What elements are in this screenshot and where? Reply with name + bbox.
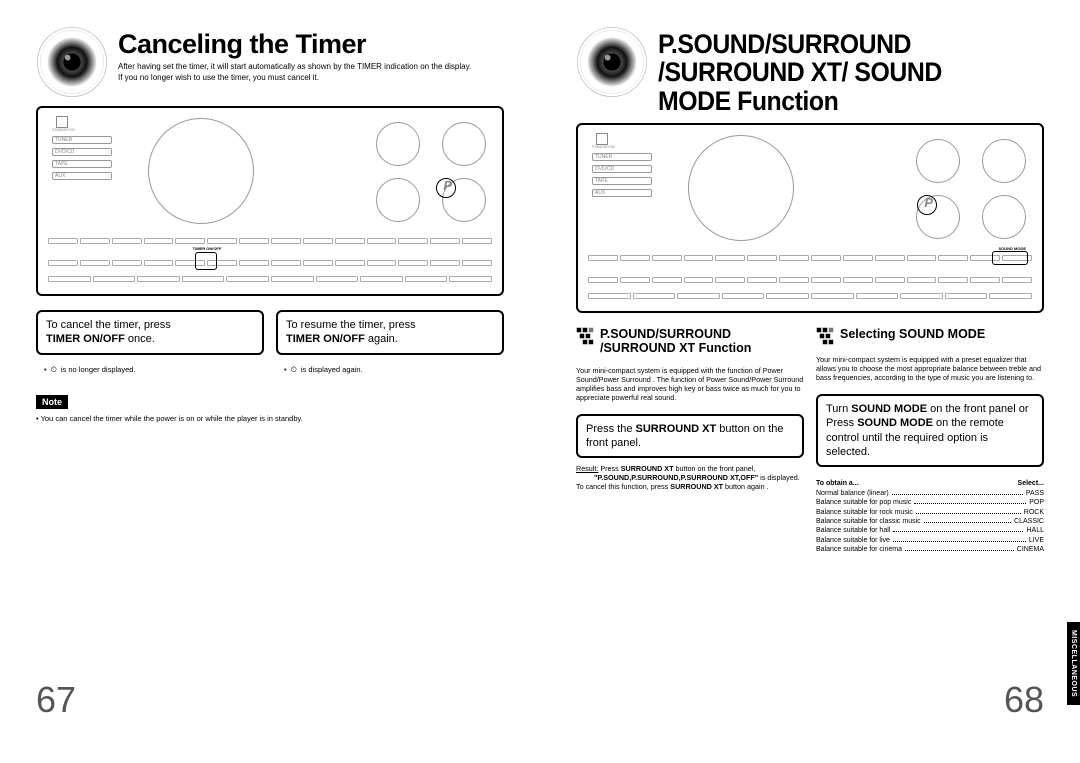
timer-onoff-label: TIMER ON/OFF bbox=[192, 246, 222, 251]
instruction-columns: P.SOUND/SURROUND /SURROUND XT Function Y… bbox=[576, 327, 1044, 555]
table-row: Balance suitable for hallHALL bbox=[816, 526, 1044, 535]
resume-column: To resume the timer, press TIMER ON/OFF … bbox=[276, 310, 504, 379]
note-body: • You can cancel the timer while the pow… bbox=[36, 414, 504, 423]
psound-instruction: Press the SURROUND XT button on the fron… bbox=[576, 414, 804, 459]
speaker-cone-icon bbox=[36, 26, 108, 98]
table-row: Normal balance (linear)PASS bbox=[816, 489, 1044, 498]
aux-button: AUX bbox=[592, 189, 652, 197]
dvdcd-button: DVD/CD bbox=[52, 148, 112, 156]
table-header: To obtain a... Select... bbox=[816, 479, 1044, 488]
note-badge: Note bbox=[36, 395, 68, 409]
dial-1 bbox=[376, 122, 420, 166]
cancel-column: To cancel the timer, press TIMER ON/OFF … bbox=[36, 310, 264, 379]
device-schematic: STANDBY/ON TUNER DVD/CD TAPE AUX P bbox=[588, 135, 1032, 301]
dvdcd-button: DVD/CD bbox=[592, 165, 652, 173]
sound-mode-highlight bbox=[992, 251, 1028, 265]
clock-icon: ⏲ bbox=[51, 365, 57, 375]
button-row-3 bbox=[48, 276, 492, 282]
table-row: Balance suitable for classic musicCLASSI… bbox=[816, 517, 1044, 526]
button-row-2 bbox=[588, 277, 1032, 283]
title-block: Canceling the Timer After having set the… bbox=[118, 30, 504, 83]
soundmode-instruction: Turn SOUND MODE on the front panel or Pr… bbox=[816, 394, 1044, 467]
page-67: Canceling the Timer After having set the… bbox=[0, 0, 540, 763]
standby-button: STANDBY/ON bbox=[52, 116, 72, 132]
psound-body: Your mini-compact system is equipped wit… bbox=[576, 366, 804, 402]
main-jog-dial bbox=[688, 135, 794, 241]
table-row: Balance suitable for liveLIVE bbox=[816, 536, 1044, 545]
device-diagram: STANDBY/ON TUNER DVD/CD TAPE AUX P bbox=[36, 106, 504, 296]
side-category-tab: MISCELLANEOUS bbox=[1067, 622, 1080, 705]
soundmode-column: Selecting SOUND MODE Your mini-compact s… bbox=[816, 327, 1044, 555]
speaker-cone-icon bbox=[576, 26, 648, 98]
note-block: Note • You can cancel the timer while th… bbox=[36, 379, 504, 423]
resume-instruction: To resume the timer, press TIMER ON/OFF … bbox=[276, 310, 504, 355]
dial-1 bbox=[916, 139, 960, 183]
device-diagram: STANDBY/ON TUNER DVD/CD TAPE AUX P bbox=[576, 123, 1044, 313]
header: Canceling the Timer After having set the… bbox=[36, 30, 504, 98]
tuner-button: TUNER bbox=[592, 153, 652, 161]
section-header-psound: P.SOUND/SURROUND /SURROUND XT Function bbox=[576, 327, 804, 356]
page-title: P.SOUND/SURROUND /SURROUND XT/ SOUND MOD… bbox=[658, 30, 1013, 115]
button-row-1 bbox=[588, 255, 1032, 261]
tape-button: TAPE bbox=[52, 160, 112, 168]
instruction-columns: To cancel the timer, press TIMER ON/OFF … bbox=[36, 310, 504, 379]
main-jog-dial bbox=[148, 118, 254, 224]
device-schematic: STANDBY/ON TUNER DVD/CD TAPE AUX P bbox=[48, 118, 492, 284]
page-number: 67 bbox=[36, 679, 76, 721]
page-title: Canceling the Timer bbox=[118, 30, 504, 58]
standby-button: STANDBY/ON bbox=[592, 133, 612, 149]
squares-icon bbox=[576, 327, 594, 345]
tuner-button: TUNER bbox=[52, 136, 112, 144]
psound-result: Result: Press SURROUND XT button on the … bbox=[576, 464, 804, 491]
section-header-soundmode: Selecting SOUND MODE bbox=[816, 327, 1044, 345]
table-row: Balance suitable for cinemaCINEMA bbox=[816, 545, 1044, 554]
button-row-3 bbox=[588, 293, 1032, 299]
dial-3 bbox=[376, 178, 420, 222]
p-highlight bbox=[917, 195, 937, 215]
clock-icon: ⏲ bbox=[291, 365, 297, 375]
page-68: P.SOUND/SURROUND /SURROUND XT/ SOUND MOD… bbox=[540, 0, 1080, 763]
header: P.SOUND/SURROUND /SURROUND XT/ SOUND MOD… bbox=[576, 30, 1044, 115]
dial-4 bbox=[982, 195, 1026, 239]
cancel-note: • ⏲ is no longer displayed. bbox=[36, 361, 264, 379]
button-row-2 bbox=[48, 260, 492, 266]
sound-mode-label: SOUND MODE bbox=[998, 246, 1026, 251]
intro-text: After having set the timer, it will star… bbox=[118, 62, 504, 83]
source-buttons: TUNER DVD/CD TAPE AUX bbox=[592, 153, 652, 197]
resume-note: • ⏲ is displayed again. bbox=[276, 361, 504, 379]
dial-2 bbox=[982, 139, 1026, 183]
psound-column: P.SOUND/SURROUND /SURROUND XT Function Y… bbox=[576, 327, 804, 555]
soundmode-title: Selecting SOUND MODE bbox=[840, 327, 985, 341]
p-highlight bbox=[436, 178, 456, 198]
tape-button: TAPE bbox=[592, 177, 652, 185]
psound-title: P.SOUND/SURROUND /SURROUND XT Function bbox=[600, 327, 804, 356]
soundmode-body: Your mini-compact system is equipped wit… bbox=[816, 355, 1044, 382]
title-block: P.SOUND/SURROUND /SURROUND XT/ SOUND MOD… bbox=[658, 30, 1044, 115]
aux-button: AUX bbox=[52, 172, 112, 180]
table-row: Balance suitable for pop musicPOP bbox=[816, 498, 1044, 507]
timer-onoff-highlight bbox=[195, 252, 217, 270]
options-table: To obtain a... Select... Normal balance … bbox=[816, 479, 1044, 555]
page-number: 68 bbox=[1004, 679, 1044, 721]
cancel-instruction: To cancel the timer, press TIMER ON/OFF … bbox=[36, 310, 264, 355]
table-row: Balance suitable for rock musicROCK bbox=[816, 508, 1044, 517]
dial-2 bbox=[442, 122, 486, 166]
button-row-1 bbox=[48, 238, 492, 244]
squares-icon bbox=[816, 327, 834, 345]
source-buttons: TUNER DVD/CD TAPE AUX bbox=[52, 136, 112, 180]
